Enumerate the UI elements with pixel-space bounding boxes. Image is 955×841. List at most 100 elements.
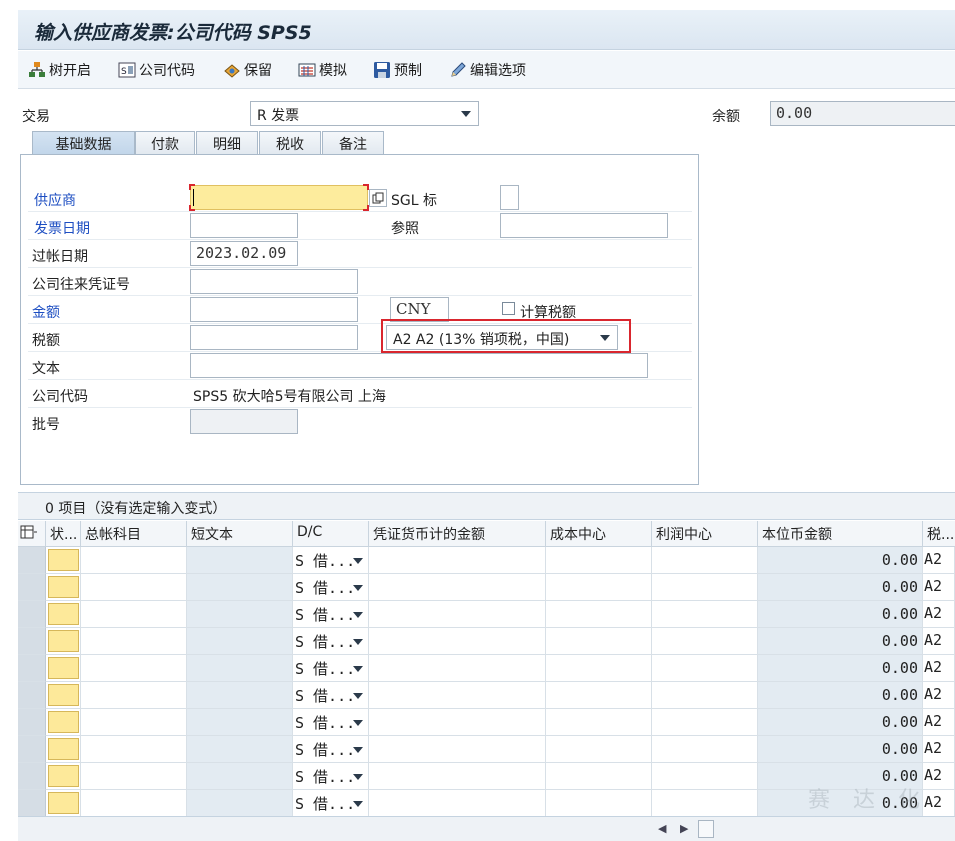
edit-options-button[interactable]: 编辑选项 bbox=[449, 59, 526, 81]
status-cell[interactable] bbox=[46, 763, 81, 790]
tax-code-cell[interactable]: A2 bbox=[923, 682, 955, 709]
tax-code-cell[interactable]: A2 bbox=[923, 628, 955, 655]
cost-center-cell[interactable] bbox=[546, 655, 652, 682]
doc-amount-cell[interactable] bbox=[369, 682, 546, 709]
tab-details[interactable]: 明细 bbox=[196, 131, 258, 154]
row-selector[interactable] bbox=[18, 736, 46, 763]
tax-code-cell[interactable]: A2 bbox=[923, 655, 955, 682]
doc-amount-cell[interactable] bbox=[369, 736, 546, 763]
row-selector[interactable] bbox=[18, 709, 46, 736]
cost-center-cell[interactable] bbox=[546, 601, 652, 628]
doc-amount-cell[interactable] bbox=[369, 628, 546, 655]
dc-select[interactable]: S 借... bbox=[293, 790, 369, 817]
dc-select[interactable]: S 借... bbox=[293, 763, 369, 790]
invoice-date-field[interactable] bbox=[190, 213, 298, 238]
doc-amount-cell[interactable] bbox=[369, 574, 546, 601]
status-cell[interactable] bbox=[46, 574, 81, 601]
profit-center-cell[interactable] bbox=[652, 682, 758, 709]
dc-select[interactable]: S 借... bbox=[293, 601, 369, 628]
status-cell[interactable] bbox=[46, 736, 81, 763]
doc-amount-cell[interactable] bbox=[369, 709, 546, 736]
doc-amount-cell[interactable] bbox=[369, 655, 546, 682]
simulate-button[interactable]: 模拟 bbox=[298, 59, 347, 81]
dc-select[interactable]: S 借... bbox=[293, 655, 369, 682]
status-indicator[interactable] bbox=[48, 603, 79, 625]
tab-basic-data[interactable]: 基础数据 bbox=[32, 131, 135, 154]
dc-select[interactable]: S 借... bbox=[293, 736, 369, 763]
profit-center-cell[interactable] bbox=[652, 574, 758, 601]
gl-account-cell[interactable] bbox=[81, 763, 187, 790]
row-selector[interactable] bbox=[18, 790, 46, 817]
amount-field[interactable] bbox=[190, 297, 358, 322]
row-selector[interactable] bbox=[18, 547, 46, 574]
cost-center-cell[interactable] bbox=[546, 736, 652, 763]
status-cell[interactable] bbox=[46, 709, 81, 736]
short-text-cell[interactable] bbox=[187, 601, 293, 628]
status-cell[interactable] bbox=[46, 790, 81, 817]
doc-amount-cell[interactable] bbox=[369, 601, 546, 628]
calc-tax-checkbox[interactable] bbox=[502, 302, 515, 315]
status-indicator[interactable] bbox=[48, 549, 79, 571]
status-cell[interactable] bbox=[46, 628, 81, 655]
status-indicator[interactable] bbox=[48, 792, 79, 814]
cross-company-doc-field[interactable] bbox=[190, 269, 358, 294]
short-text-cell[interactable] bbox=[187, 682, 293, 709]
status-indicator[interactable] bbox=[48, 630, 79, 652]
profit-center-cell[interactable] bbox=[652, 655, 758, 682]
tax-amount-field[interactable] bbox=[190, 325, 358, 350]
col-header-cost-center[interactable]: 成本中心 bbox=[546, 521, 652, 547]
dc-select[interactable]: S 借... bbox=[293, 682, 369, 709]
status-indicator[interactable] bbox=[48, 657, 79, 679]
tax-code-cell[interactable]: A2 bbox=[923, 547, 955, 574]
short-text-cell[interactable] bbox=[187, 547, 293, 574]
row-selector[interactable] bbox=[18, 763, 46, 790]
doc-amount-cell[interactable] bbox=[369, 790, 546, 817]
col-header-doc-amount[interactable]: 凭证货币计的金额 bbox=[369, 521, 546, 547]
status-cell[interactable] bbox=[46, 547, 81, 574]
tax-code-cell[interactable]: A2 bbox=[923, 574, 955, 601]
status-cell[interactable] bbox=[46, 682, 81, 709]
doc-amount-cell[interactable] bbox=[369, 547, 546, 574]
horizontal-scrollbar[interactable]: ◀ ▶ bbox=[18, 816, 955, 841]
scroll-left-icon[interactable]: ◀ bbox=[658, 822, 666, 835]
profit-center-cell[interactable] bbox=[652, 763, 758, 790]
vendor-field[interactable] bbox=[190, 185, 368, 210]
hold-button[interactable]: 保留 bbox=[223, 59, 272, 81]
row-selector[interactable] bbox=[18, 574, 46, 601]
cost-center-cell[interactable] bbox=[546, 763, 652, 790]
tab-notes[interactable]: 备注 bbox=[322, 131, 384, 154]
col-header-short-text[interactable]: 短文本 bbox=[187, 521, 293, 547]
select-all-button[interactable] bbox=[18, 521, 46, 547]
gl-account-cell[interactable] bbox=[81, 736, 187, 763]
status-indicator[interactable] bbox=[48, 711, 79, 733]
col-header-status[interactable]: 状... bbox=[46, 521, 81, 547]
dc-select[interactable]: S 借... bbox=[293, 547, 369, 574]
reference-field[interactable] bbox=[500, 213, 668, 238]
status-cell[interactable] bbox=[46, 655, 81, 682]
tab-tax[interactable]: 税收 bbox=[259, 131, 321, 154]
gl-account-cell[interactable] bbox=[81, 790, 187, 817]
col-header-profit-center[interactable]: 利润中心 bbox=[652, 521, 758, 547]
tax-code-cell[interactable]: A2 bbox=[923, 709, 955, 736]
tab-payment[interactable]: 付款 bbox=[135, 131, 195, 154]
row-selector[interactable] bbox=[18, 655, 46, 682]
row-selector[interactable] bbox=[18, 682, 46, 709]
col-header-tax[interactable]: 税... bbox=[923, 521, 955, 547]
dc-select[interactable]: S 借... bbox=[293, 574, 369, 601]
cost-center-cell[interactable] bbox=[546, 547, 652, 574]
gl-account-cell[interactable] bbox=[81, 547, 187, 574]
park-button[interactable]: 预制 bbox=[373, 59, 422, 81]
cost-center-cell[interactable] bbox=[546, 709, 652, 736]
gl-account-cell[interactable] bbox=[81, 628, 187, 655]
gl-account-cell[interactable] bbox=[81, 655, 187, 682]
gl-account-cell[interactable] bbox=[81, 682, 187, 709]
profit-center-cell[interactable] bbox=[652, 601, 758, 628]
row-selector[interactable] bbox=[18, 601, 46, 628]
short-text-cell[interactable] bbox=[187, 574, 293, 601]
cost-center-cell[interactable] bbox=[546, 628, 652, 655]
col-header-local-amount[interactable]: 本位币金额 bbox=[758, 521, 923, 547]
text-field[interactable] bbox=[190, 353, 648, 378]
scroll-right-icon[interactable]: ▶ bbox=[680, 822, 688, 835]
profit-center-cell[interactable] bbox=[652, 547, 758, 574]
tax-code-cell[interactable]: A2 bbox=[923, 736, 955, 763]
